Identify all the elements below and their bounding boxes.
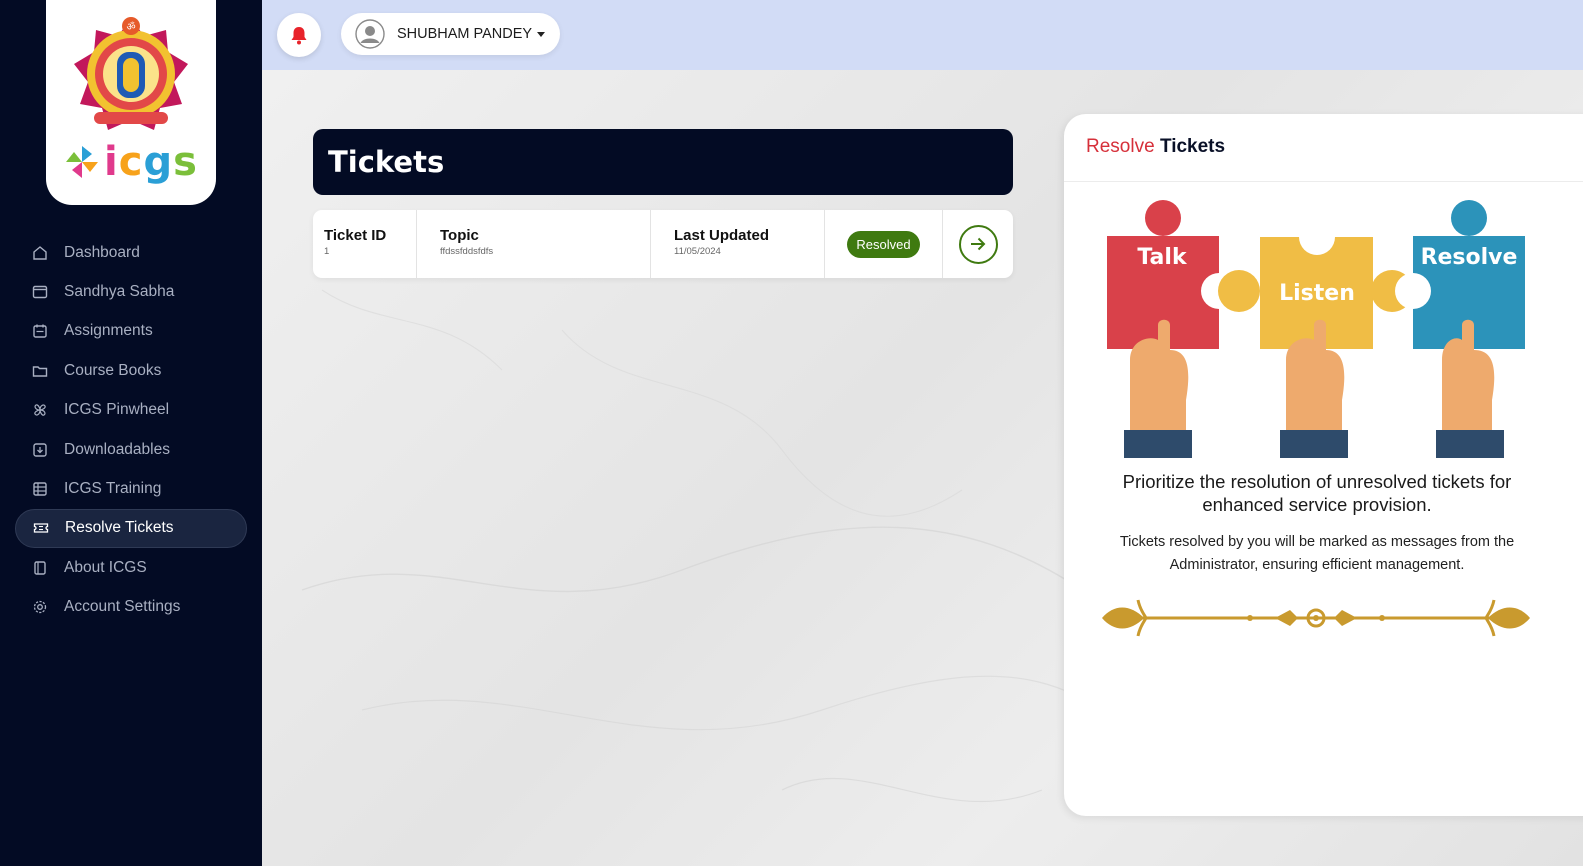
ticket-id-cell: Ticket ID 1 bbox=[313, 210, 417, 278]
ornamental-divider-icon bbox=[1102, 599, 1530, 637]
table-row[interactable]: Ticket ID 1 Topic ffdssfddsfdfs Last Upd… bbox=[313, 210, 1013, 278]
page-title: Tickets bbox=[328, 145, 445, 179]
ticket-id-label: Ticket ID bbox=[324, 227, 387, 244]
sidebar-item-downloadables[interactable]: Downloadables bbox=[15, 430, 247, 469]
sidebar-item-label: Resolve Tickets bbox=[65, 519, 174, 537]
sidebar-item-label: Account Settings bbox=[64, 598, 181, 616]
puzzle-piece-resolve: Resolve bbox=[1395, 200, 1525, 349]
sidebar-item-dashboard[interactable]: Dashboard bbox=[15, 233, 247, 272]
panel-title-accent: Resolve bbox=[1086, 136, 1155, 157]
home-icon bbox=[31, 244, 49, 262]
ticket-icon bbox=[32, 519, 50, 537]
sidebar-item-label: Dashboard bbox=[64, 243, 140, 261]
brand-wordmark: icgs bbox=[104, 139, 198, 185]
sidebar-item-account-settings[interactable]: Account Settings bbox=[15, 588, 247, 627]
window-icon bbox=[31, 283, 49, 301]
icgs-emblem-logo: ॐ bbox=[74, 17, 188, 130]
sidebar-item-course-books[interactable]: Course Books bbox=[15, 351, 247, 390]
gear-icon bbox=[31, 598, 49, 616]
sidebar-item-label: About ICGS bbox=[64, 558, 147, 576]
pinwheel-logo-icon bbox=[66, 146, 99, 178]
ticket-topic-label: Topic bbox=[440, 227, 479, 244]
ticket-updated-cell: Last Updated 11/05/2024 bbox=[651, 210, 825, 278]
avatar bbox=[355, 19, 385, 49]
book-icon bbox=[31, 559, 49, 577]
folder-icon bbox=[31, 362, 49, 380]
sidebar-item-sandhya-sabha[interactable]: Sandhya Sabha bbox=[15, 272, 247, 311]
sidebar-item-icgs-training[interactable]: ICGS Training bbox=[15, 469, 247, 508]
arrow-right-icon bbox=[971, 237, 986, 251]
logo-card[interactable]: ॐ icgs bbox=[46, 0, 216, 205]
sidebar-item-label: Assignments bbox=[64, 322, 153, 340]
user-menu-button[interactable]: SHUBHAM PANDEY bbox=[341, 13, 560, 55]
ticket-updated-value: 11/05/2024 bbox=[674, 246, 721, 257]
resolve-tickets-panel: Resolve Tickets Talk Listen Resolve Prio… bbox=[1064, 114, 1583, 816]
talk-listen-resolve-illustration: Talk Listen Resolve bbox=[1107, 200, 1525, 458]
resolve-label: Resolve bbox=[1421, 245, 1518, 270]
ticket-id-value: 1 bbox=[324, 246, 330, 257]
svg-text:ॐ: ॐ bbox=[126, 21, 135, 33]
panel-heading: Prioritize the resolution of unresolved … bbox=[1122, 471, 1512, 515]
ticket-status-cell: Resolved bbox=[825, 210, 943, 278]
sidebar-item-label: Sandhya Sabha bbox=[64, 283, 175, 301]
user-name: SHUBHAM PANDEY bbox=[397, 26, 533, 42]
pinwheel-icon bbox=[31, 401, 49, 419]
ticket-topic-cell: Topic ffdssfddsfdfs bbox=[417, 210, 651, 278]
download-box-icon bbox=[31, 441, 49, 459]
sidebar-nav: Dashboard Sandhya Sabha Assignments Cour… bbox=[15, 233, 247, 627]
panel-description: Tickets resolved by you will be marked a… bbox=[1119, 534, 1515, 573]
sidebar-item-label: ICGS Pinwheel bbox=[64, 401, 170, 419]
top-bar: SHUBHAM PANDEY bbox=[262, 0, 1583, 70]
puzzle-piece-talk: Talk bbox=[1107, 200, 1237, 349]
sidebar-item-label: Course Books bbox=[64, 361, 162, 379]
sidebar: ॐ icgs Dashboard Sandhya Sabha Assignmen… bbox=[0, 0, 262, 866]
calendar-icon bbox=[31, 322, 49, 340]
grid-icon bbox=[31, 480, 49, 498]
sidebar-item-about-icgs[interactable]: About ICGS bbox=[15, 548, 247, 587]
panel-title-rest: Tickets bbox=[1159, 136, 1226, 157]
panel-title: Resolve Tickets bbox=[1064, 114, 1583, 182]
sidebar-item-label: Downloadables bbox=[64, 440, 170, 458]
notifications-button[interactable] bbox=[277, 13, 321, 57]
brand-row: icgs bbox=[64, 140, 198, 184]
status-badge: Resolved bbox=[847, 230, 920, 258]
bell-icon bbox=[291, 27, 307, 45]
ticket-updated-label: Last Updated bbox=[674, 227, 770, 244]
tickets-header: Tickets bbox=[313, 129, 1013, 195]
talk-label: Talk bbox=[1137, 245, 1188, 270]
listen-label: Listen bbox=[1279, 281, 1355, 306]
open-ticket-button[interactable] bbox=[958, 224, 998, 264]
ticket-action-cell bbox=[943, 210, 1013, 278]
sidebar-item-label: ICGS Training bbox=[64, 480, 162, 498]
sidebar-item-resolve-tickets[interactable]: Resolve Tickets bbox=[15, 508, 247, 549]
sidebar-item-icgs-pinwheel[interactable]: ICGS Pinwheel bbox=[15, 391, 247, 430]
ticket-topic-value: ffdssfddsfdfs bbox=[440, 246, 494, 257]
sidebar-item-assignments[interactable]: Assignments bbox=[15, 312, 247, 351]
chevron-down-icon bbox=[537, 31, 546, 37]
